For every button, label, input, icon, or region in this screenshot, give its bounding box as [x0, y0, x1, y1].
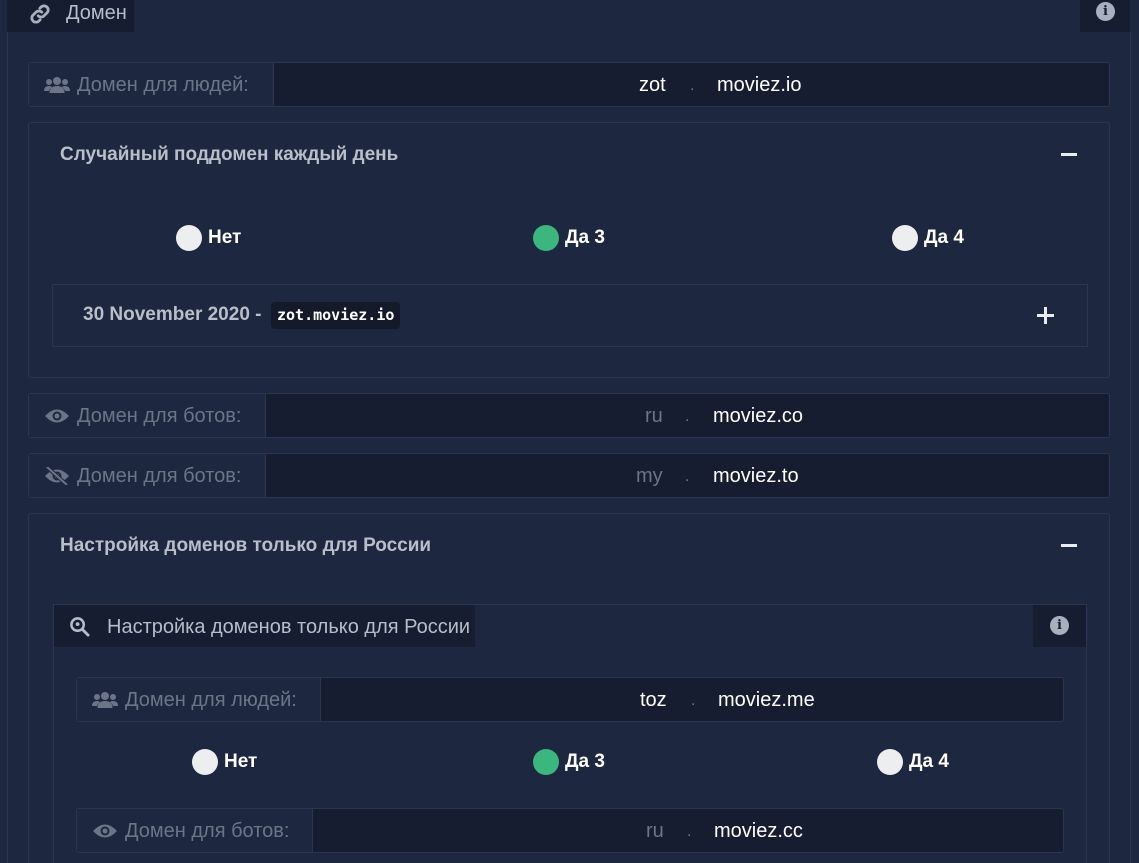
bot-domain-label: Домен для ботов: — [77, 465, 242, 487]
radio-option-da4[interactable]: Да 4 — [892, 225, 964, 251]
radio-option-da4[interactable]: Да 4 — [877, 749, 949, 775]
bot-subdomain-input[interactable]: my — [636, 465, 663, 488]
russia-info-tab[interactable]: i — [1033, 605, 1086, 647]
russia-inner-title: Настройка доменов только для России — [107, 616, 471, 638]
link-icon — [30, 4, 50, 24]
bot-domain-select[interactable]: moviez.cc — [714, 820, 803, 843]
bot-domain-select[interactable]: moviez.co — [713, 405, 803, 428]
bot-domain-select[interactable]: moviez.to — [713, 465, 799, 488]
info-icon[interactable]: i — [1096, 2, 1115, 21]
panel-tab-domain[interactable]: Домен — [7, 0, 134, 32]
eye-slash-icon — [45, 467, 69, 485]
russia-bot-domain-group: Домен для ботов: ru . moviez.cc — [76, 808, 1064, 853]
bot-subdomain-input[interactable]: ru — [646, 820, 664, 843]
radio-option-da3[interactable]: Да 3 — [533, 749, 605, 775]
human-domain-label: Домен для людей: — [77, 74, 249, 96]
domain-separator: . — [685, 468, 690, 485]
panel-title: Домен — [66, 2, 127, 24]
russia-human-domain-group: Домен для людей: toz . moviez.me — [76, 677, 1064, 722]
human-domain-select[interactable]: moviez.me — [718, 689, 815, 712]
daily-domain-code: zot.moviez.io — [271, 302, 401, 329]
human-domain-addon: Домен для людей: — [77, 678, 321, 721]
domain-separator: . — [685, 408, 690, 425]
bot-domain-addon: Домен для ботов: — [29, 454, 266, 497]
radio-label: Да 4 — [924, 227, 964, 248]
radio-circle[interactable] — [176, 225, 202, 251]
info-icon[interactable]: i — [1050, 616, 1069, 635]
radio-circle-selected[interactable] — [533, 225, 559, 251]
radio-label: Нет — [208, 227, 242, 248]
bot-domain-addon: Домен для ботов: — [29, 394, 266, 437]
radio-label: Да 3 — [565, 751, 605, 772]
bot-domain-label: Домен для ботов: — [77, 405, 242, 427]
russia-domains-card: Настройка доменов только для России Наст… — [28, 513, 1110, 863]
human-domain-addon: Домен для людей: — [29, 63, 274, 106]
users-icon — [44, 77, 70, 93]
radio-label: Да 4 — [909, 751, 949, 772]
radio-option-da3[interactable]: Да 3 — [533, 225, 605, 251]
human-subdomain-input[interactable]: zot — [639, 74, 666, 97]
panel-info-tab[interactable]: i — [1080, 0, 1130, 32]
radio-circle[interactable] — [192, 749, 218, 775]
radio-option-no[interactable]: Нет — [176, 225, 241, 251]
radio-option-no[interactable]: Нет — [192, 749, 257, 775]
domain-separator: . — [691, 692, 696, 709]
human-domain-group: Домен для людей: zot . moviez.io — [28, 62, 1110, 107]
daily-subdomain-row: 30 November 2020 - zot.moviez.io — [52, 284, 1088, 347]
human-subdomain-input[interactable]: toz — [640, 689, 667, 712]
collapse-icon[interactable] — [1061, 153, 1077, 156]
bot-domain-addon: Домен для ботов: — [77, 809, 313, 852]
radio-circle[interactable] — [892, 225, 918, 251]
collapse-icon[interactable] — [1061, 544, 1077, 547]
daily-date: 30 November 2020 - — [83, 304, 262, 325]
bot-domain-group-2: Домен для ботов: my . moviez.to — [28, 453, 1110, 498]
random-subdomain-card: Случайный поддомен каждый день Нет Да 3 … — [28, 122, 1110, 378]
russia-card-title: Настройка доменов только для России — [60, 535, 432, 556]
search-location-icon — [70, 617, 90, 637]
radio-label: Да 3 — [565, 227, 605, 248]
bot-domain-group-1: Домен для ботов: ru . moviez.co — [28, 393, 1110, 438]
radio-circle[interactable] — [877, 749, 903, 775]
human-domain-select[interactable]: moviez.io — [717, 74, 801, 97]
users-icon — [92, 692, 118, 708]
domain-separator: . — [690, 77, 695, 94]
human-domain-label: Домен для людей: — [125, 689, 297, 711]
bot-domain-label: Домен для ботов: — [125, 820, 290, 842]
eye-icon — [93, 824, 117, 838]
expand-plus-icon[interactable] — [1037, 307, 1054, 324]
radio-circle-selected[interactable] — [533, 749, 559, 775]
radio-label: Нет — [224, 751, 258, 772]
russia-inner-tab[interactable]: Настройка доменов только для России — [54, 605, 475, 647]
domain-separator: . — [687, 823, 692, 840]
russia-inner-panel: Настройка доменов только для России i До… — [53, 604, 1087, 863]
eye-icon — [45, 409, 69, 423]
bot-subdomain-input[interactable]: ru — [645, 405, 663, 428]
random-subdomain-title: Случайный поддомен каждый день — [60, 144, 399, 165]
